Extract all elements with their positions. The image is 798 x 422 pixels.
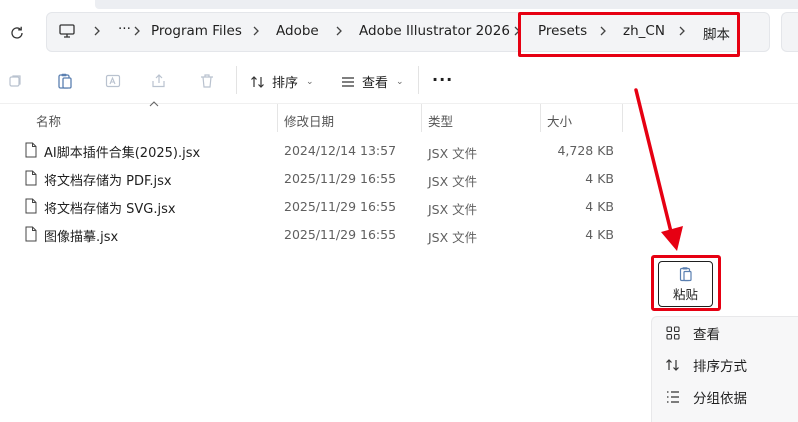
grid-icon [666, 326, 680, 340]
monitor-icon [59, 24, 75, 38]
toolbar-divider [236, 66, 237, 94]
menu-item-label: 查看 [693, 327, 720, 343]
file-type: JSX 文件 [428, 146, 478, 161]
file-size: 4 KB [585, 227, 614, 242]
file-row[interactable]: 图像描摹.jsx 2025/11/29 16:55 JSX 文件 4 KB [0, 220, 640, 248]
chevron-right-icon[interactable] [250, 22, 262, 40]
file-modified: 2024/12/14 13:57 [284, 143, 397, 158]
more-options-button[interactable]: ··· [432, 70, 453, 89]
view-button[interactable]: 查看 ⌄ [340, 72, 404, 91]
menu-item-sort-by[interactable]: 排序方式 [665, 353, 795, 377]
cut-icon [9, 75, 21, 87]
file-type: JSX 文件 [428, 174, 478, 189]
file-row[interactable]: 将文档存储为 SVG.jsx 2025/11/29 16:55 JSX 文件 4… [0, 192, 640, 220]
trash-icon [201, 74, 213, 88]
sort-up-icon [149, 101, 159, 107]
view-lines-icon [342, 76, 354, 87]
file-modified: 2025/11/29 16:55 [284, 171, 397, 186]
file-size: 4 KB [585, 199, 614, 214]
file-size: 4,728 KB [557, 143, 614, 158]
share-icon [152, 74, 165, 88]
clipboard-icon [58, 73, 72, 89]
cut-button[interactable] [4, 70, 26, 92]
column-divider[interactable] [540, 104, 541, 132]
chevron-right-icon[interactable] [131, 22, 143, 40]
sort-arrows-icon [251, 75, 264, 88]
chevron-right-icon[interactable] [91, 22, 103, 40]
toolbar-divider [418, 66, 419, 94]
breadcrumb-more[interactable]: ··· [118, 21, 131, 37]
sort-button[interactable]: 排序 ⌄ [250, 72, 314, 91]
sort-label: 排序 [272, 76, 299, 91]
breadcrumb-illustrator[interactable]: Adobe Illustrator 2026 [359, 23, 510, 39]
file-name: 图像描摹.jsx [44, 230, 119, 245]
file-icon [25, 170, 37, 186]
refresh-button[interactable] [6, 22, 28, 44]
group-list-icon [667, 391, 679, 403]
chevron-down-icon: ⌄ [306, 76, 314, 87]
breadcrumb-adobe[interactable]: Adobe [276, 23, 319, 39]
column-header-name[interactable]: 名称 [36, 111, 61, 130]
file-icon [25, 198, 37, 214]
file-row[interactable]: AI脚本插件合集(2025).jsx 2024/12/14 13:57 JSX … [0, 136, 640, 164]
column-header-size[interactable]: 大小 [547, 111, 572, 130]
header-divider [0, 103, 798, 104]
this-pc-button[interactable] [58, 22, 78, 42]
file-icon [25, 142, 37, 158]
file-modified: 2025/11/29 16:55 [284, 199, 397, 214]
path-highlight-box [518, 12, 740, 57]
refresh-icon [11, 26, 23, 39]
file-modified: 2025/11/29 16:55 [284, 227, 397, 242]
chevron-right-icon[interactable] [333, 22, 345, 40]
column-header-modified[interactable]: 修改日期 [284, 111, 334, 130]
file-name: 将文档存储为 SVG.jsx [44, 202, 176, 217]
window-top-strip [95, 0, 798, 9]
chevron-down-icon: ⌄ [396, 76, 404, 87]
file-icon [25, 226, 37, 242]
file-type: JSX 文件 [428, 230, 478, 245]
file-row[interactable]: 将文档存储为 PDF.jsx 2025/11/29 16:55 JSX 文件 4… [0, 164, 640, 192]
file-name: AI脚本插件合集(2025).jsx [44, 146, 201, 161]
menu-item-view[interactable]: 查看 [665, 321, 795, 345]
column-divider[interactable] [277, 104, 278, 132]
search-box[interactable] [781, 12, 798, 52]
breadcrumb-program-files[interactable]: Program Files [151, 23, 242, 39]
rename-button[interactable] [102, 70, 124, 92]
share-button[interactable] [148, 70, 170, 92]
column-header-type[interactable]: 类型 [428, 111, 453, 130]
sort-icon [666, 359, 679, 371]
file-name: 将文档存储为 PDF.jsx [44, 174, 172, 189]
menu-item-group-by[interactable]: 分组依据 [665, 385, 795, 409]
file-type: JSX 文件 [428, 202, 478, 217]
rename-icon [105, 74, 121, 88]
menu-item-label: 排序方式 [693, 359, 747, 375]
view-label: 查看 [362, 76, 389, 91]
file-size: 4 KB [585, 171, 614, 186]
paste-highlight-box [651, 255, 721, 311]
column-divider[interactable] [421, 104, 422, 132]
menu-item-label: 分组依据 [693, 391, 747, 407]
column-divider[interactable] [622, 104, 623, 132]
delete-button[interactable] [196, 70, 218, 92]
copy-button[interactable] [54, 70, 76, 92]
